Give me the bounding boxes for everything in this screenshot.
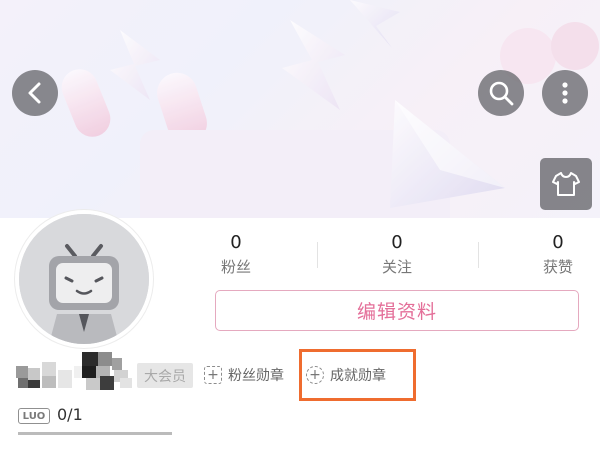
t-shirt-icon [552,172,580,196]
stat-followers[interactable]: 0 粉丝 [186,232,286,278]
stat-following[interactable]: 0 关注 [347,232,447,278]
level-progress-bar [18,432,172,435]
level-badge: LUO [18,408,50,424]
search-button[interactable] [478,70,524,116]
fan-medal-icon: + [204,366,222,384]
header-banner [0,0,600,218]
likes-label: 获赞 [542,258,573,276]
username-redacted [16,352,132,390]
theme-dressup-button[interactable] [540,158,592,210]
avatar[interactable] [15,210,153,348]
level-progress-text: 0/1 [57,405,83,424]
fan-medal-button[interactable]: + 粉丝勋章 [204,364,284,386]
back-button[interactable] [12,70,58,116]
more-button[interactable] [542,70,588,116]
tv-mascot-avatar-icon [19,214,149,344]
chevron-left-icon [28,82,41,104]
stat-divider [478,242,479,268]
stat-divider [317,242,318,268]
following-count: 0 [391,232,403,253]
edit-profile-button[interactable]: 编辑资料 [215,290,579,331]
followers-label: 粉丝 [220,258,251,276]
profile-page: 0 粉丝 0 关注 0 获赞 编辑资料 大会员 + 粉丝勋章 + 成就勋章 LU… [0,0,600,450]
following-label: 关注 [381,258,412,276]
likes-count: 0 [552,232,564,253]
search-icon [489,81,514,106]
highlight-annotation [299,349,416,401]
fan-medal-label: 粉丝勋章 [228,368,284,384]
stat-likes[interactable]: 0 获赞 [508,232,600,278]
more-vertical-icon [562,82,568,104]
followers-count: 0 [230,232,242,253]
vip-badge[interactable]: 大会员 [137,363,193,388]
